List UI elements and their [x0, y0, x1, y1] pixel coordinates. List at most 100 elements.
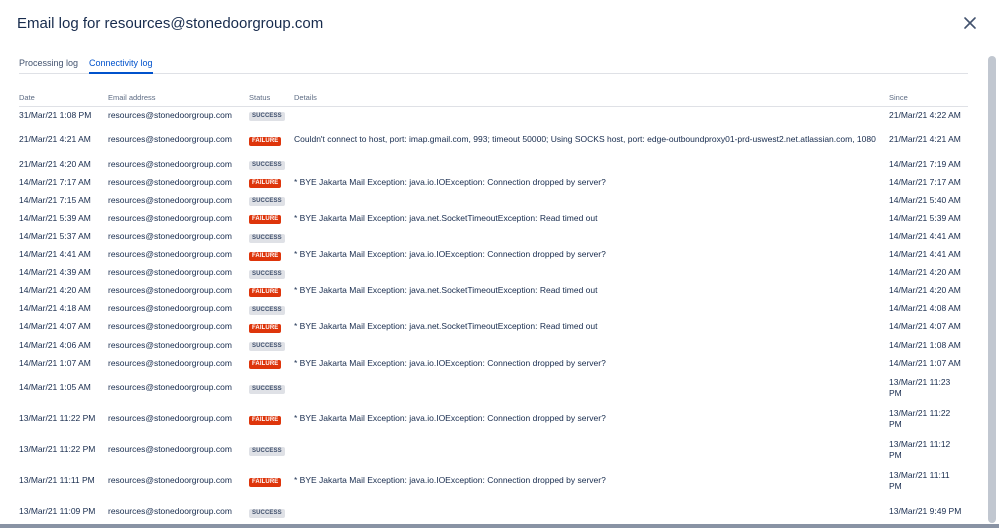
cell-details: * BYE Jakarta Mail Exception: java.net.S… [294, 212, 598, 223]
cell-since: 14/Mar/21 4:07 AM [889, 321, 961, 332]
cell-since: 14/Mar/21 4:20 AM [889, 267, 961, 278]
cell-details: Couldn't connect to host, port: imap.gma… [294, 134, 876, 145]
cell-date: 14/Mar/21 4:41 AM [19, 249, 91, 260]
table-row: 14/Mar/21 4:06 AM resources@stonedoorgrou… [19, 336, 968, 354]
table-row: 14/Mar/21 4:18 AM resources@stonedoorgrou… [19, 300, 968, 318]
cell-status: FAILURE [249, 354, 294, 372]
cell-status: SUCCESS [249, 227, 294, 245]
table-row: 13/Mar/21 11:11 PM resources@stonedoorgro… [19, 465, 968, 496]
cell-date: 14/Mar/21 7:15 AM [19, 194, 91, 205]
cell-date: 14/Mar/21 1:05 AM [19, 382, 91, 393]
table-row: 13/Mar/21 11:09 PM resources@stonedoorgro… [19, 496, 968, 527]
log-tabs: Processing log Connectivity log [19, 58, 968, 74]
cell-date: 14/Mar/21 4:18 AM [19, 303, 91, 314]
table-row: 13/Mar/21 11:22 PM resources@stonedoorgro… [19, 434, 968, 465]
cell-status: FAILURE [249, 465, 294, 496]
cell-since: 14/Mar/21 5:39 AM [889, 212, 961, 223]
cell-since: 14/Mar/21 4:08 AM [889, 303, 961, 314]
cell-details [294, 227, 889, 245]
cell-details: * BYE Jakarta Mail Exception: java.io.IO… [294, 475, 606, 486]
tab-processing-log[interactable]: Processing log [19, 58, 78, 72]
cell-since: 14/Mar/21 7:17 AM [889, 176, 961, 187]
cell-email: resources@stonedoorgroup.com [108, 194, 232, 205]
status-badge: FAILURE [249, 215, 282, 225]
cell-email: resources@stonedoorgroup.com [108, 339, 232, 350]
cell-details [294, 191, 889, 209]
header-since: Since [889, 90, 968, 107]
cell-date: 21/Mar/21 4:20 AM [19, 158, 91, 169]
table-row: 14/Mar/21 5:39 AM resources@stonedoorgrou… [19, 209, 968, 227]
cell-email: resources@stonedoorgroup.com [108, 382, 232, 393]
cell-since: 13/Mar/21 9:49 PM [889, 506, 962, 517]
cell-date: 14/Mar/21 4:39 AM [19, 267, 91, 278]
cell-date: 14/Mar/21 7:17 AM [19, 176, 91, 187]
cell-details [294, 155, 889, 173]
cell-since: 13/Mar/21 11:12 PM [889, 438, 951, 460]
email-log-dialog: Email log for resources@stonedoorgroup.c… [0, 0, 999, 528]
cell-email: resources@stonedoorgroup.com [108, 321, 232, 332]
cell-status: FAILURE [249, 246, 294, 264]
cell-since: 14/Mar/21 4:20 AM [889, 285, 961, 296]
header-date: Date [19, 90, 108, 107]
cell-date: 14/Mar/21 5:39 AM [19, 212, 91, 223]
status-badge: FAILURE [249, 323, 282, 333]
cell-email: resources@stonedoorgroup.com [108, 231, 232, 242]
table-row: 13/Mar/21 11:22 PM resources@stonedoorgro… [19, 403, 968, 434]
cell-date: 14/Mar/21 5:37 AM [19, 231, 91, 242]
cell-details: * BYE Jakarta Mail Exception: java.io.IO… [294, 176, 606, 187]
cell-email: resources@stonedoorgroup.com [108, 506, 232, 517]
cell-date: 31/Mar/21 1:08 PM [19, 109, 92, 120]
cell-date: 13/Mar/21 11:22 PM [19, 444, 96, 455]
table-row: 14/Mar/21 4:20 AM resources@stonedoorgrou… [19, 282, 968, 300]
cell-since: 21/Mar/21 4:22 AM [889, 109, 961, 120]
header-status: Status [249, 90, 294, 107]
cell-status: SUCCESS [249, 191, 294, 209]
cell-date: 21/Mar/21 4:21 AM [19, 134, 91, 145]
cell-since: 14/Mar/21 4:41 AM [889, 231, 961, 242]
cell-email: resources@stonedoorgroup.com [108, 444, 232, 455]
cell-status: SUCCESS [249, 434, 294, 465]
cell-status: SUCCESS [249, 155, 294, 173]
table-body: 31/Mar/21 1:08 PM resources@stonedoorgrou… [19, 106, 968, 527]
status-badge: SUCCESS [249, 269, 285, 279]
cell-status: FAILURE [249, 403, 294, 434]
cell-date: 13/Mar/21 11:09 PM [19, 506, 96, 517]
cell-details [294, 264, 889, 282]
cell-email: resources@stonedoorgroup.com [108, 357, 232, 368]
scrollbar[interactable] [987, 56, 997, 523]
cell-since: 14/Mar/21 5:40 AM [889, 194, 961, 205]
status-badge: SUCCESS [249, 446, 285, 456]
status-badge: SUCCESS [249, 161, 285, 171]
table-row: 21/Mar/21 4:21 AM resources@stonedoorgrou… [19, 124, 968, 155]
table-header-row: Date Email address Status Details Since [19, 90, 968, 107]
cell-date: 14/Mar/21 4:06 AM [19, 339, 91, 350]
table-row: 14/Mar/21 7:15 AM resources@stonedoorgrou… [19, 191, 968, 209]
status-badge: FAILURE [249, 415, 282, 425]
status-badge: SUCCESS [249, 197, 285, 207]
cell-date: 14/Mar/21 1:07 AM [19, 357, 91, 368]
scrollbar-thumb[interactable] [988, 56, 996, 523]
cell-email: resources@stonedoorgroup.com [108, 285, 232, 296]
status-badge: FAILURE [249, 477, 282, 487]
cell-email: resources@stonedoorgroup.com [108, 249, 232, 260]
cell-since: 14/Mar/21 1:07 AM [889, 357, 961, 368]
table-row: 14/Mar/21 1:07 AM resources@stonedoorgrou… [19, 354, 968, 372]
cell-email: resources@stonedoorgroup.com [108, 158, 232, 169]
cell-status: FAILURE [249, 282, 294, 300]
status-badge: FAILURE [249, 360, 282, 370]
close-icon [964, 17, 976, 29]
table-row: 14/Mar/21 4:41 AM resources@stonedoorgrou… [19, 246, 968, 264]
cell-email: resources@stonedoorgroup.com [108, 267, 232, 278]
cell-since: 14/Mar/21 4:41 AM [889, 249, 961, 260]
table-row: 21/Mar/21 4:20 AM resources@stonedoorgrou… [19, 155, 968, 173]
dialog-header: Email log for resources@stonedoorgroup.c… [17, 13, 982, 35]
status-badge: SUCCESS [249, 384, 285, 394]
tab-connectivity-log[interactable]: Connectivity log [89, 58, 153, 74]
cell-details [294, 372, 889, 403]
cell-status: SUCCESS [249, 106, 294, 124]
cell-email: resources@stonedoorgroup.com [108, 134, 232, 145]
cell-status: SUCCESS [249, 336, 294, 354]
cell-date: 13/Mar/21 11:11 PM [19, 475, 95, 486]
status-badge: FAILURE [249, 251, 282, 261]
close-button[interactable] [962, 15, 978, 31]
